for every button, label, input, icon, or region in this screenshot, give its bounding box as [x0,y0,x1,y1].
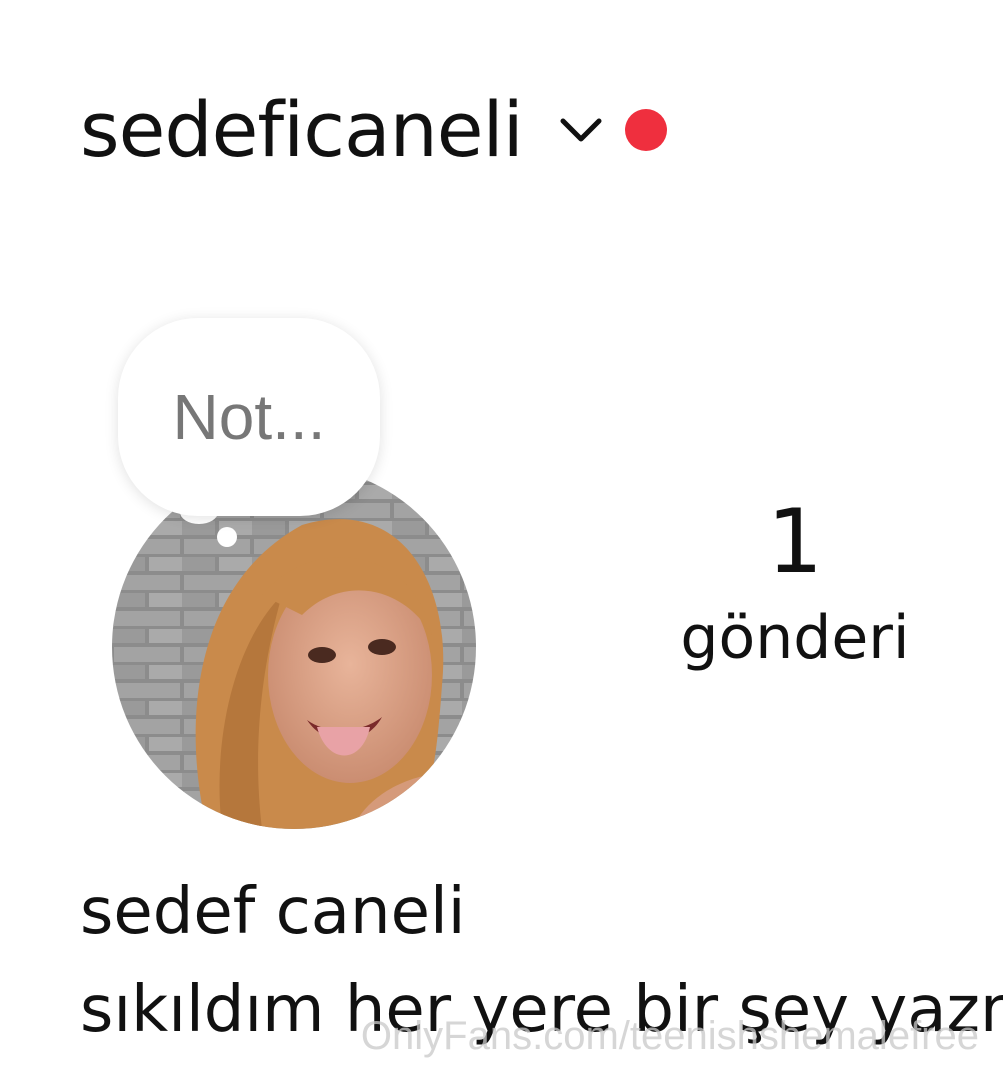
profile-header: sedeficaneli [80,80,667,180]
avatar[interactable] [112,465,476,829]
posts-count: 1 [767,490,823,593]
watermark: OnlyFans.com/teenishshemalefree [360,1014,979,1058]
chevron-down-icon[interactable] [559,115,603,145]
note-bubble[interactable]: Not... [118,318,380,516]
display-name: sedef caneli [80,875,466,949]
username-switcher[interactable]: sedeficaneli [80,92,524,168]
notification-dot-icon [624,109,667,151]
posts-stat[interactable]: 1 gönderi [640,492,950,674]
note-placeholder: Not... [172,381,326,453]
profile-page: sedeficaneli Not... 1 gönderi sedef cane… [0,0,1003,1080]
posts-label: gönderi [680,603,910,673]
note-tail-dot [217,527,237,547]
